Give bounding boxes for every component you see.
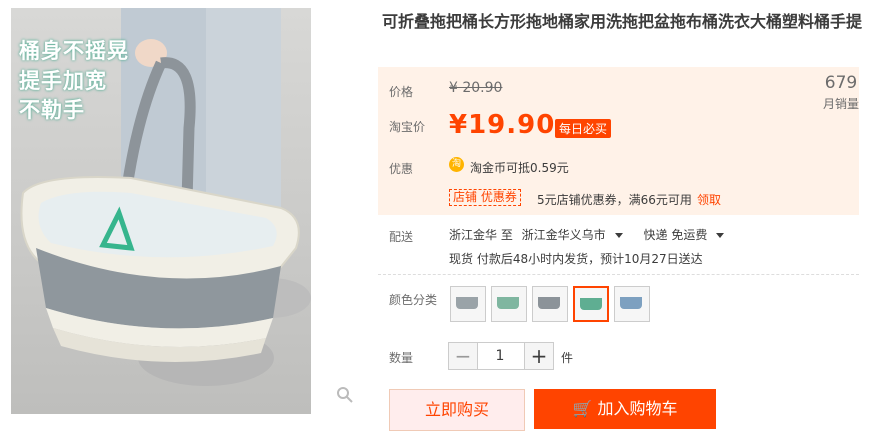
shipping-label: 配送 (389, 230, 414, 244)
color-swatch-3[interactable] (532, 286, 568, 322)
sale-price: ¥19.90 (449, 110, 556, 140)
chevron-down-icon (614, 233, 623, 238)
quantity-minus-button[interactable]: − (448, 342, 478, 370)
add-to-cart-label: 加入购物车 (597, 399, 678, 418)
claim-coupon-link[interactable]: 领取 (697, 191, 721, 208)
sale-price-label: 淘宝价 (389, 120, 426, 134)
product-title: 可折叠拖把桶长方形拖地桶家用洗拖把盆拖布桶洗衣大桶塑料桶手提 (382, 12, 863, 31)
taobao-coin-icon: 淘 (449, 157, 464, 172)
quantity-label: 数量 (389, 351, 414, 365)
monthly-sales-unit: 月销量 (822, 97, 859, 111)
promo-label: 优惠 (389, 162, 414, 176)
quantity-input[interactable]: 1 (476, 342, 524, 370)
product-image[interactable]: 桶身不摇晃 提手加宽 不勒手 (11, 8, 311, 414)
ship-method-select[interactable]: 快递 免运费 (644, 228, 737, 242)
monthly-sales: 679 月销量 (823, 73, 859, 112)
divider (378, 274, 859, 275)
cart-icon: 🛒 (572, 399, 593, 418)
chevron-down-icon (716, 233, 725, 238)
coupon-text: 5元店铺优惠券，满66元可用 (537, 193, 692, 207)
quantity-plus-button[interactable]: + (524, 342, 554, 370)
original-price: ¥ 20.90 (449, 80, 503, 96)
ship-method-text: 快递 免运费 (643, 228, 708, 242)
add-to-cart-button[interactable]: 🛒 加入购物车 (534, 389, 716, 429)
quantity-unit: 件 (561, 351, 574, 365)
monthly-sales-count: 679 (824, 73, 858, 93)
color-swatch-4-selected[interactable] (573, 286, 609, 322)
color-swatch-1[interactable] (450, 286, 486, 322)
daily-deal-badge[interactable]: 每日必买 (555, 119, 612, 138)
image-caption-line-2: 提手加宽 (19, 69, 107, 93)
shop-coupon-tag: 店铺 优惠券 (449, 189, 521, 206)
color-swatch-5[interactable] (614, 286, 650, 322)
zoom-icon[interactable] (336, 386, 354, 404)
price-label: 价格 (389, 85, 414, 99)
image-caption-line-3: 不勒手 (19, 98, 85, 122)
ship-detail: 现货 付款后48小时内发货，预计10月27日送达 (449, 252, 703, 266)
image-caption-line-1: 桶身不摇晃 (19, 39, 129, 63)
ship-from: 浙江金华 至 (449, 228, 513, 242)
ship-to-select[interactable]: 浙江金华义乌市 (522, 228, 635, 242)
color-swatch-2[interactable] (491, 286, 527, 322)
coin-discount-text: 淘金币可抵0.59元 (470, 161, 569, 175)
buy-now-button[interactable]: 立即购买 (389, 389, 525, 431)
shipping-row: 浙江金华 至 浙江金华义乌市 快递 免运费 (449, 226, 741, 243)
ship-to-text: 浙江金华义乌市 (521, 228, 606, 242)
color-label: 颜色分类 (389, 293, 438, 307)
